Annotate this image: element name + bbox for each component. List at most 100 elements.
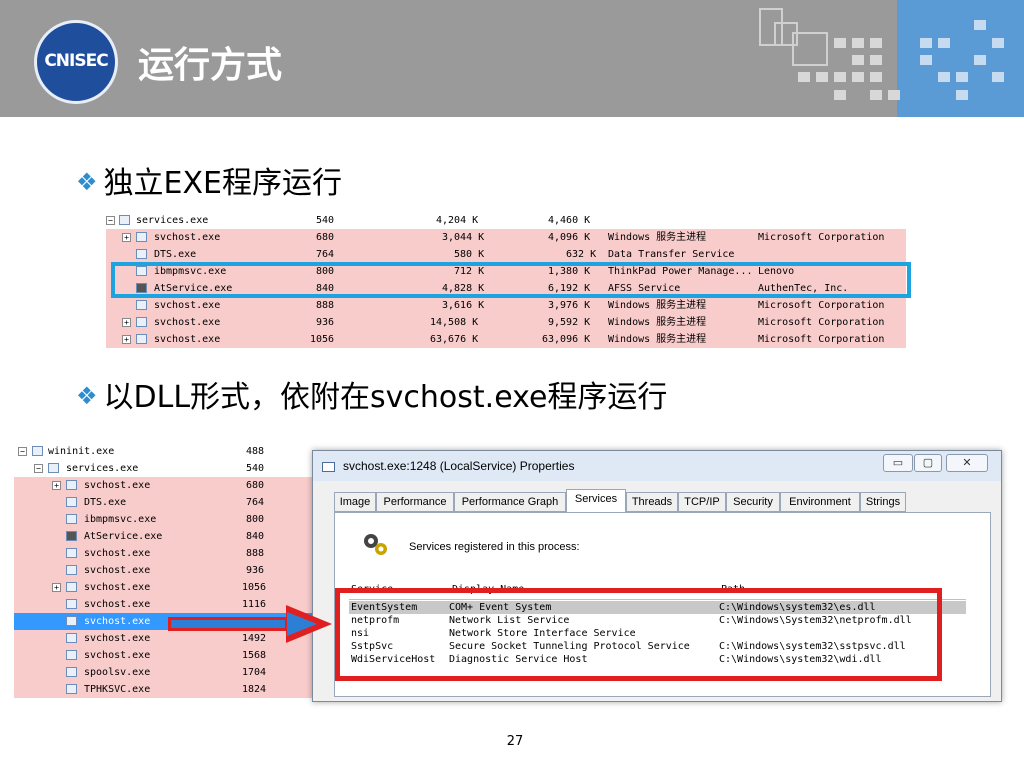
table-row[interactable]: ibmpmsvc.exe 800 (14, 511, 344, 528)
table-row[interactable]: − services.exe 540 (14, 460, 344, 477)
deco-square (870, 72, 882, 82)
process-icon (66, 565, 77, 575)
table-row[interactable]: − services.exe 540 4,204 K 4,460 K (106, 212, 906, 229)
deco-square (920, 55, 932, 65)
deco-square (870, 38, 882, 48)
process-name: svchost.exe (154, 334, 221, 345)
expand-icon[interactable]: + (122, 233, 131, 242)
table-row[interactable]: spoolsv.exe 1704 (14, 664, 344, 681)
process-name: DTS.exe (154, 249, 197, 260)
process-pid: 840 (246, 531, 265, 542)
process-icon (119, 215, 130, 225)
process-icon (136, 300, 147, 310)
process-pid: 1056 (242, 582, 267, 593)
working-set: 4,096 K (548, 232, 591, 243)
expand-icon[interactable]: + (52, 481, 61, 490)
deco-square (834, 38, 846, 48)
process-name: spoolsv.exe (84, 667, 151, 678)
process-name: svchost.exe (154, 300, 221, 311)
table-row[interactable]: DTS.exe 764 580 K 632 K Data Transfer Se… (106, 246, 906, 263)
minimize-button[interactable]: ▭ (883, 454, 913, 472)
deco-square (938, 72, 950, 82)
maximize-button[interactable]: ▢ (914, 454, 942, 472)
close-button[interactable]: ✕ (946, 454, 988, 472)
process-pid: 764 (246, 497, 265, 508)
bullet-text: 以DLL形式，依附在svchost.exe程序运行 (103, 380, 668, 415)
table-row[interactable]: + svchost.exe 936 14,508 K 9,592 K Windo… (106, 314, 906, 331)
header-decoration (724, 0, 1024, 117)
working-set: 9,592 K (548, 317, 591, 328)
process-pid: 1492 (242, 633, 267, 644)
process-icon (66, 548, 77, 558)
deco-square (852, 55, 864, 65)
process-pid: 540 (246, 463, 265, 474)
table-row[interactable]: + svchost.exe 1056 (14, 579, 344, 596)
process-name: services.exe (66, 463, 139, 474)
services-caption: Services registered in this process: (409, 541, 580, 553)
table-row[interactable]: svchost.exe 888 (14, 545, 344, 562)
collapse-icon[interactable]: − (106, 216, 115, 225)
process-pid: 1704 (242, 667, 267, 678)
tab-performance-graph[interactable]: Performance Graph (454, 492, 566, 512)
process-tree: − wininit.exe 488 − services.exe 540 + s… (14, 440, 344, 698)
process-pid: 540 (316, 215, 335, 226)
table-row[interactable]: DTS.exe 764 (14, 494, 344, 511)
window-titlebar[interactable]: svchost.exe:1248 (LocalService) Properti… (313, 451, 1001, 481)
deco-square (938, 38, 950, 48)
table-row[interactable]: svchost.exe 888 3,616 K 3,976 K Windows … (106, 297, 906, 314)
expand-icon[interactable]: + (122, 318, 131, 327)
tab-tcpip[interactable]: TCP/IP (678, 492, 726, 512)
tab-strings[interactable]: Strings (860, 492, 906, 512)
process-icon (66, 514, 77, 524)
process-pid: 936 (246, 565, 265, 576)
process-name: wininit.exe (48, 446, 115, 457)
deco-outline-3 (792, 32, 828, 66)
collapse-icon[interactable]: − (18, 447, 27, 456)
process-pid: 680 (316, 232, 335, 243)
process-icon (66, 650, 77, 660)
process-name: svchost.exe (84, 480, 151, 491)
cnisec-logo: CNISEC (34, 20, 118, 104)
highlight-box-services (335, 588, 942, 681)
process-pid: 1056 (310, 334, 335, 345)
process-icon (136, 232, 147, 242)
description: Windows 服务主进程 (608, 300, 707, 311)
description: Data Transfer Service (608, 249, 735, 260)
deco-square (920, 38, 932, 48)
process-pid: 936 (316, 317, 335, 328)
tab-services[interactable]: Services (566, 489, 626, 513)
table-row[interactable]: + svchost.exe 680 3,044 K 4,096 K Window… (106, 229, 906, 246)
arrow-head-fill (287, 612, 317, 636)
tab-threads[interactable]: Threads (626, 492, 678, 512)
logo-text: CNISEC (44, 51, 108, 71)
deco-square (852, 38, 864, 48)
collapse-icon[interactable]: − (34, 464, 43, 473)
tab-security[interactable]: Security (726, 492, 780, 512)
table-row[interactable]: − wininit.exe 488 (14, 443, 344, 460)
expand-icon[interactable]: + (52, 583, 61, 592)
process-pid: 888 (316, 300, 335, 311)
company: Microsoft Corporation (758, 334, 885, 345)
company: Microsoft Corporation (758, 232, 885, 243)
tab-image[interactable]: Image (334, 492, 376, 512)
table-row[interactable]: svchost.exe 936 (14, 562, 344, 579)
process-icon (48, 463, 59, 473)
process-pid: 764 (316, 249, 335, 260)
tab-performance[interactable]: Performance (376, 492, 454, 512)
table-row[interactable]: svchost.exe 1568 (14, 647, 344, 664)
description: Windows 服务主进程 (608, 232, 707, 243)
bullet-dll-svchost: ❖ 以DLL形式，依附在svchost.exe程序运行 (76, 372, 667, 416)
table-row[interactable]: TPHKSVC.exe 1824 (14, 681, 344, 698)
window-title: svchost.exe:1248 (LocalService) Properti… (343, 459, 575, 473)
table-row[interactable]: + svchost.exe 1056 63,676 K 63,096 K Win… (106, 331, 906, 348)
expand-icon[interactable]: + (122, 335, 131, 344)
table-row[interactable]: + svchost.exe 680 (14, 477, 344, 494)
tab-environment[interactable]: Environment (780, 492, 860, 512)
bullet-standalone-exe: ❖ 独立EXE程序运行 (76, 158, 342, 202)
gears-icon (364, 534, 387, 555)
process-name: svchost.exe (84, 599, 151, 610)
deco-square (870, 90, 882, 100)
working-set: 3,976 K (548, 300, 591, 311)
diamond-bullet-icon: ❖ (76, 382, 98, 410)
table-row[interactable]: AtService.exe 840 (14, 528, 344, 545)
